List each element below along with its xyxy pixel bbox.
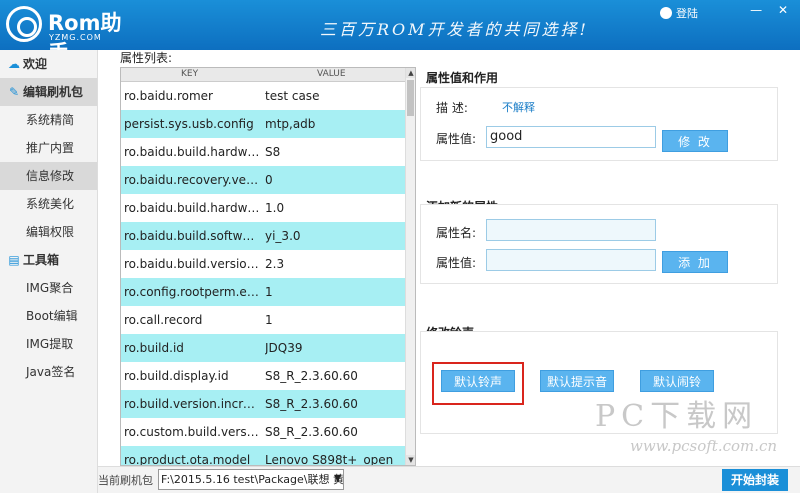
default-alarm-button[interactable]: 默认闹铃 bbox=[640, 370, 714, 392]
property-table: KEY VALUE ro.baidu.romer test case persis… bbox=[120, 67, 416, 466]
watermark-url: www.pcsoft.com.cn bbox=[630, 437, 778, 455]
table-row[interactable]: ro.config.rootperm.ena... 1 bbox=[121, 278, 405, 306]
sidebar-item-java-sign[interactable]: Java签名 bbox=[0, 358, 97, 386]
sidebar-item-info-edit[interactable]: 信息修改 bbox=[0, 162, 97, 190]
sidebar-item-boot-edit[interactable]: Boot编辑 bbox=[0, 302, 97, 330]
new-attr-value-input[interactable] bbox=[486, 249, 656, 271]
table-row[interactable]: ro.baidu.recovery.verify 0 bbox=[121, 166, 405, 194]
new-attr-value-label: 属性值: bbox=[436, 256, 477, 270]
table-row[interactable]: persist.sys.usb.config mtp,adb bbox=[121, 110, 405, 138]
cloud-icon: ☁ bbox=[8, 57, 20, 71]
table-row[interactable]: ro.baidu.build.version.r... 2.3 bbox=[121, 250, 405, 278]
table-row[interactable]: ro.build.display.id S8_R_2.3.60.60 bbox=[121, 362, 405, 390]
footer-bar: 当前刷机包 F:\2015.5.16 test\Package\联想 黄金斗 ▼… bbox=[98, 466, 800, 493]
property-list-label: 属性列表: bbox=[120, 51, 173, 65]
slogan: 三百万ROM开发者的共同选择! bbox=[320, 20, 589, 39]
logo-ring-icon bbox=[6, 6, 42, 42]
default-notification-button[interactable]: 默认提示音 bbox=[540, 370, 614, 392]
table-row[interactable]: ro.build.version.increm... S8_R_2.3.60.60 bbox=[121, 390, 405, 418]
edit-icon: ✎ bbox=[8, 85, 20, 99]
attr-value-label: 属性值: bbox=[436, 132, 477, 146]
login-link[interactable]: 登陆 bbox=[660, 5, 698, 21]
app-header: Rom助手 YZMG.COM 三百万ROM开发者的共同选择! 登陆 — ✕ bbox=[0, 0, 800, 65]
scroll-down-icon[interactable]: ▼ bbox=[406, 455, 415, 465]
column-header-value[interactable]: VALUE bbox=[317, 69, 346, 79]
logo-subtitle: YZMG.COM bbox=[49, 33, 102, 42]
add-button[interactable]: 添 加 bbox=[662, 251, 728, 273]
sidebar-item-img-extract[interactable]: IMG提取 bbox=[0, 330, 97, 358]
sidebar-item-edit-permissions[interactable]: 编辑权限 bbox=[0, 218, 97, 246]
table-row[interactable]: ro.baidu.build.hardware S8 bbox=[121, 138, 405, 166]
app-logo: Rom助手 YZMG.COM bbox=[6, 6, 122, 65]
scroll-up-icon[interactable]: ▲ bbox=[406, 68, 415, 78]
table-row[interactable]: ro.baidu.romer test case bbox=[121, 82, 405, 110]
sidebar-item-system-slim[interactable]: 系统精简 bbox=[0, 106, 97, 134]
highlight-box bbox=[432, 362, 524, 405]
table-row[interactable]: ro.baidu.build.software yi_3.0 bbox=[121, 222, 405, 250]
sidebar-item-system-beautify[interactable]: 系统美化 bbox=[0, 190, 97, 218]
scroll-thumb[interactable] bbox=[407, 80, 414, 116]
sidebar-item-img-merge[interactable]: IMG聚合 bbox=[0, 274, 97, 302]
sidebar-item-welcome[interactable]: ☁ 欢迎 bbox=[0, 50, 97, 78]
table-header: KEY VALUE bbox=[121, 68, 405, 82]
table-row[interactable]: ro.call.record 1 bbox=[121, 306, 405, 334]
sidebar: ☁ 欢迎 ✎ 编辑刷机包 系统精简 推广内置 信息修改 系统美化 编辑权限 ▤ 工具箱… bbox=[0, 50, 98, 493]
sidebar-item-promo-builtin[interactable]: 推广内置 bbox=[0, 134, 97, 162]
package-label: 当前刷机包 bbox=[98, 474, 153, 487]
attr-panel-title: 属性值和作用 bbox=[426, 71, 499, 85]
attr-name-label: 属性名: bbox=[436, 226, 477, 240]
sidebar-item-toolbox[interactable]: ▤ 工具箱 bbox=[0, 246, 97, 274]
sidebar-item-edit-package[interactable]: ✎ 编辑刷机包 bbox=[0, 78, 97, 106]
table-row[interactable]: ro.product.ota.model Lenovo S898t+_open bbox=[121, 446, 405, 465]
table-row[interactable]: ro.custom.build.version S8_R_2.3.60.60 bbox=[121, 418, 405, 446]
start-pack-button[interactable]: 开始封装 bbox=[722, 469, 788, 491]
modify-button[interactable]: 修 改 bbox=[662, 130, 728, 152]
package-path-value: F:\2015.5.16 test\Package\联想 黄金斗 bbox=[161, 473, 344, 486]
toolbox-icon: ▤ bbox=[8, 253, 20, 267]
login-label: 登陆 bbox=[676, 7, 698, 20]
watermark-text: PC下载网 bbox=[595, 399, 759, 434]
table-scrollbar[interactable]: ▲ ▼ bbox=[405, 68, 415, 465]
window-controls[interactable]: — ✕ bbox=[750, 3, 794, 17]
attr-value-input[interactable]: good bbox=[486, 126, 656, 148]
table-row[interactable]: ro.baidu.build.hardwar... 1.0 bbox=[121, 194, 405, 222]
column-header-key[interactable]: KEY bbox=[181, 69, 198, 79]
chevron-down-icon: ▼ bbox=[334, 474, 341, 484]
user-icon bbox=[660, 7, 672, 19]
package-path-select[interactable]: F:\2015.5.16 test\Package\联想 黄金斗 ▼ bbox=[158, 469, 344, 490]
table-row[interactable]: ro.build.id JDQ39 bbox=[121, 334, 405, 362]
desc-label: 描 述: bbox=[436, 101, 468, 115]
desc-value: 不解释 bbox=[502, 101, 535, 114]
attr-name-input[interactable] bbox=[486, 219, 656, 241]
